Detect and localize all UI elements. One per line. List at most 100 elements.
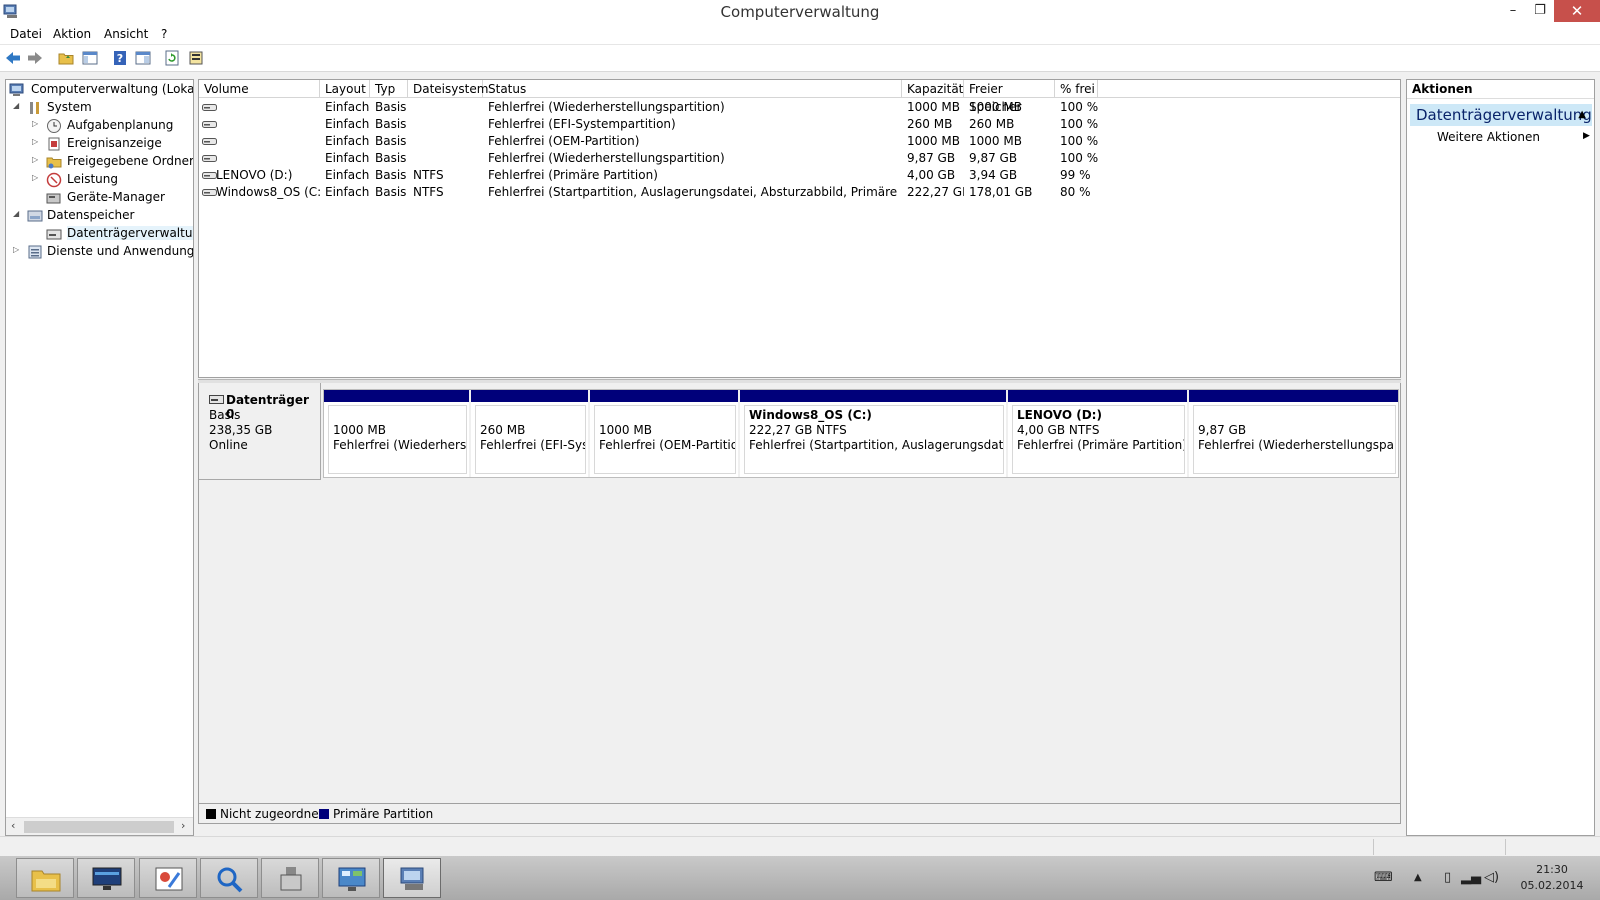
partition-oem[interactable]: 1000 MB Fehlerfrei (OEM-Partition) bbox=[590, 390, 740, 477]
taskbar-clock[interactable]: 21:30 05.02.2014 bbox=[1518, 862, 1586, 894]
table-cell bbox=[214, 99, 320, 116]
partition-bar bbox=[1189, 390, 1398, 402]
up-folder-icon[interactable] bbox=[57, 49, 75, 67]
status-divider bbox=[1373, 839, 1374, 855]
partition-recovery-2[interactable]: 9,87 GB Fehlerfrei (Wiederherstellungspa… bbox=[1189, 390, 1398, 477]
menu-aktion[interactable]: Aktion bbox=[53, 27, 91, 41]
partition-bar bbox=[1008, 390, 1187, 402]
partition-size: 222,27 GB NTFS bbox=[749, 423, 847, 437]
actions-header: Aktionen bbox=[1407, 80, 1594, 99]
keyboard-icon[interactable]: ⌨ bbox=[1374, 870, 1393, 885]
partition-lenovo[interactable]: LENOVO (D:) 4,00 GB NTFS Fehlerfrei (Pri… bbox=[1008, 390, 1189, 477]
back-arrow-icon[interactable] bbox=[4, 49, 22, 67]
table-row[interactable]: Einfach Basis Fehlerfrei (Wiederherstellun… bbox=[199, 99, 1400, 116]
table-row[interactable]: Einfach Basis Fehlerfrei (OEM-Partition) 10… bbox=[199, 133, 1400, 150]
column-typ[interactable]: Typ bbox=[370, 80, 408, 98]
partition-efi[interactable]: 260 MB Fehlerfrei (EFI-Syster bbox=[471, 390, 590, 477]
legend: Nicht zugeordnet Primäre Partition bbox=[198, 803, 1401, 824]
network-signal-icon[interactable]: ▂▄ bbox=[1461, 870, 1481, 885]
column-volume[interactable]: Volume bbox=[199, 80, 320, 98]
tree-item-label: Computerverwaltung (Lokal) bbox=[31, 82, 194, 96]
tree-item-label: System bbox=[47, 100, 92, 114]
taskbar-computerverwaltung[interactable] bbox=[383, 858, 441, 898]
expand-icon[interactable]: ▷ bbox=[32, 119, 42, 128]
legend-unallocated: Nicht zugeordnet bbox=[220, 807, 324, 821]
column-prozent-frei[interactable]: % frei bbox=[1055, 80, 1098, 98]
clock-icon bbox=[47, 119, 61, 133]
table-row[interactable]: Einfach Basis Fehlerfrei (Wiederherstellun… bbox=[199, 150, 1400, 167]
forward-arrow-icon[interactable] bbox=[26, 49, 44, 67]
disk-graphical-view: Datenträger 0 Basis 238,35 GB Online 100… bbox=[198, 383, 1401, 803]
table-cell: 80 % bbox=[1060, 185, 1091, 199]
partition-bar bbox=[324, 390, 469, 402]
expand-icon[interactable]: ▷ bbox=[13, 245, 23, 254]
disk-icon bbox=[209, 395, 224, 404]
show-hide-action-pane-icon[interactable] bbox=[134, 49, 152, 67]
column-kapazitaet[interactable]: Kapazität bbox=[902, 80, 964, 98]
expand-icon[interactable]: ◢ bbox=[13, 101, 23, 110]
help-icon[interactable]: ? bbox=[111, 49, 129, 67]
expand-icon[interactable]: ▷ bbox=[32, 155, 42, 164]
table-row[interactable]: Windows8_OS (C:) Einfach Basis NTFS Fehlerfr… bbox=[199, 184, 1400, 201]
tree-horizontal-scrollbar[interactable]: ‹ › bbox=[6, 817, 193, 835]
expand-icon[interactable]: ◢ bbox=[13, 209, 23, 218]
table-cell: Einfach bbox=[325, 185, 370, 199]
partition-size: 1000 MB bbox=[599, 423, 652, 437]
taskbar-paint[interactable] bbox=[139, 858, 197, 898]
taskbar-control-panel[interactable] bbox=[322, 858, 380, 898]
close-button[interactable]: ✕ bbox=[1554, 0, 1600, 22]
taskbar-search[interactable] bbox=[200, 858, 258, 898]
show-hidden-icons-icon[interactable]: ▲ bbox=[1414, 872, 1422, 883]
expand-icon[interactable]: ▷ bbox=[32, 137, 42, 146]
battery-icon[interactable]: ▯ bbox=[1444, 870, 1451, 885]
restore-button[interactable]: ❐ bbox=[1526, 0, 1554, 22]
partition-name: Windows8_OS (C:) bbox=[749, 408, 872, 422]
partition-body: Windows8_OS (C:) 222,27 GB NTFS Fehlerfr… bbox=[744, 405, 1004, 474]
disk-info[interactable]: Datenträger 0 Basis 238,35 GB Online bbox=[199, 383, 321, 480]
actions-section-datentraegerverwaltung[interactable]: Datenträgerverwaltung ▲ bbox=[1410, 104, 1592, 126]
scroll-right-icon[interactable]: › bbox=[181, 819, 185, 832]
taskbar-explorer[interactable] bbox=[16, 858, 74, 898]
volume-list-header: Volume Layout Typ Dateisystem Status Kap… bbox=[199, 80, 1400, 114]
partition-recovery-1[interactable]: 1000 MB Fehlerfrei (Wiederherstellu bbox=[324, 390, 471, 477]
services-icon bbox=[28, 245, 42, 259]
refresh-icon[interactable] bbox=[163, 49, 181, 67]
menu-help[interactable]: ? bbox=[161, 27, 167, 41]
properties-icon[interactable] bbox=[187, 49, 205, 67]
more-actions-link[interactable]: Weitere Aktionen bbox=[1437, 130, 1540, 144]
clock-date: 05.02.2014 bbox=[1520, 879, 1584, 892]
partition-windows[interactable]: Windows8_OS (C:) 222,27 GB NTFS Fehlerfr… bbox=[740, 390, 1008, 477]
table-cell: Windows8_OS (C:) bbox=[216, 185, 320, 199]
table-cell: 99 % bbox=[1060, 168, 1091, 182]
legend-primary: Primäre Partition bbox=[333, 807, 434, 821]
partition-name bbox=[480, 408, 581, 423]
column-status[interactable]: Status bbox=[483, 80, 902, 98]
table-cell: LENOVO (D:) bbox=[216, 168, 293, 182]
partition-size: 4,00 GB NTFS bbox=[1017, 423, 1100, 437]
usb-device-icon bbox=[280, 867, 302, 891]
taskbar-lenovo[interactable] bbox=[77, 858, 135, 898]
volume-icon[interactable]: ◁) bbox=[1484, 870, 1499, 885]
show-hide-console-tree-icon[interactable] bbox=[81, 49, 99, 67]
scroll-thumb[interactable] bbox=[24, 821, 174, 833]
console-tree: Computerverwaltung (Lokal) ◢ System ▷ Au… bbox=[5, 79, 194, 836]
title-bar: Computerverwaltung – ❐ ✕ bbox=[0, 0, 1600, 24]
table-cell: 260 MB bbox=[969, 117, 1015, 131]
menu-ansicht[interactable]: Ansicht bbox=[104, 27, 148, 41]
table-cell: Basis bbox=[375, 134, 407, 148]
column-freier-speicher[interactable]: Freier Speicher bbox=[964, 80, 1055, 114]
menu-datei[interactable]: Datei bbox=[10, 27, 42, 41]
table-cell: Einfach bbox=[325, 168, 370, 182]
scroll-left-icon[interactable]: ‹ bbox=[11, 819, 15, 832]
table-row[interactable]: Einfach Basis Fehlerfrei (EFI-Systempartit… bbox=[199, 116, 1400, 133]
taskbar-usb-device[interactable] bbox=[261, 858, 319, 898]
column-layout[interactable]: Layout bbox=[320, 80, 370, 98]
tree-item-label: Datenträgerverwaltung bbox=[67, 226, 193, 240]
taskbar: ⌨ ▲ ▯ ▂▄ ◁) 21:30 05.02.2014 bbox=[0, 856, 1600, 900]
minimize-button[interactable]: – bbox=[1499, 0, 1527, 22]
collapse-icon[interactable]: ▲ bbox=[1578, 104, 1586, 126]
expand-icon[interactable]: ▷ bbox=[32, 173, 42, 182]
table-cell: Basis bbox=[375, 151, 407, 165]
table-row[interactable]: LENOVO (D:) Einfach Basis NTFS Fehlerfrei (P… bbox=[199, 167, 1400, 184]
column-dateisystem[interactable]: Dateisystem bbox=[408, 80, 488, 98]
